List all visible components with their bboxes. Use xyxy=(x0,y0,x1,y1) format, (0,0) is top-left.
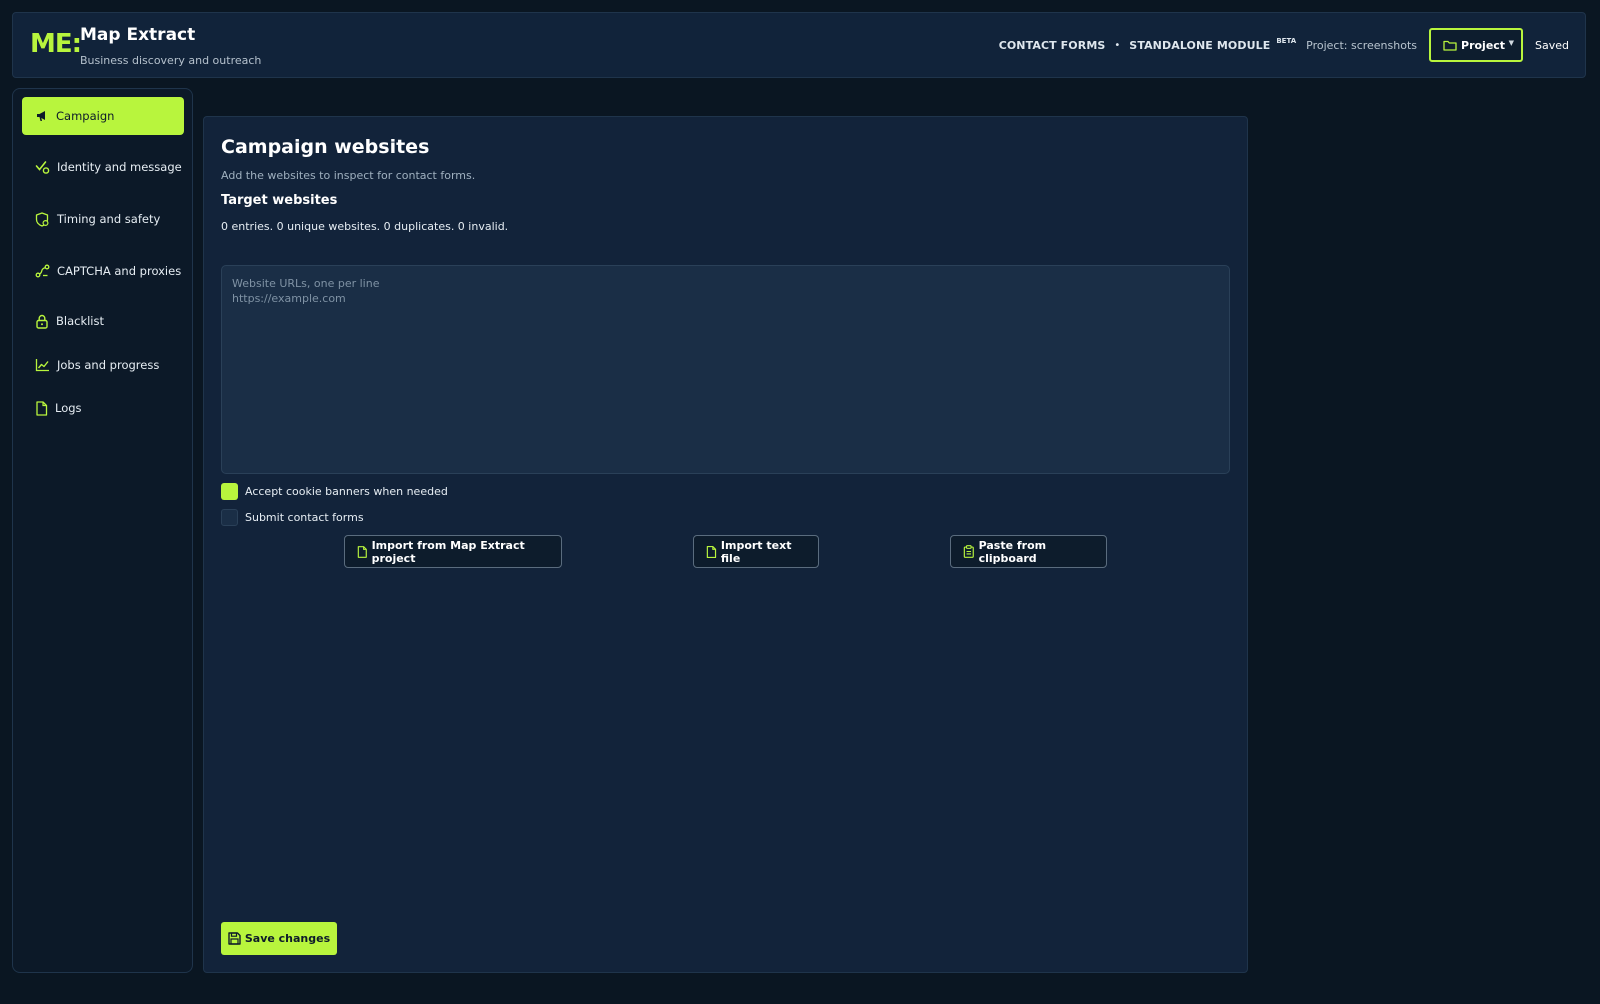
save-status: Saved xyxy=(1535,38,1569,52)
section-title: Target websites xyxy=(221,193,338,208)
sidebar-item-label: Logs xyxy=(55,401,82,415)
paste-clipboard-label: Paste from clipboard xyxy=(978,538,1047,565)
save-changes-label: Save changes xyxy=(244,932,331,945)
import-project-label: Import from Map Extract project xyxy=(371,538,525,565)
sidebar-item-label: Jobs and progress xyxy=(57,358,160,372)
app-logo: ME: xyxy=(30,29,82,59)
accept-cookie-option[interactable]: Accept cookie banners when needed xyxy=(221,483,448,500)
lock-icon xyxy=(36,314,48,329)
sidebar-item-label: Campaign xyxy=(56,109,115,123)
shield-clock-icon xyxy=(35,211,49,227)
sidebar-item-blacklist[interactable]: Blacklist xyxy=(22,302,184,340)
sidebar-item-label: Timing and safety xyxy=(57,212,161,226)
file-icon xyxy=(706,545,717,558)
website-stats: 0 entries. 0 unique websites. 0 duplicat… xyxy=(221,220,509,233)
sidebar-item-timing[interactable]: Timing and safety xyxy=(22,200,184,238)
sidebar-item-identity[interactable]: Identity and message xyxy=(22,148,184,186)
project-button-label: Project xyxy=(1461,38,1506,52)
megaphone-icon xyxy=(37,111,45,121)
app-subtitle: Business discovery and outreach xyxy=(80,54,262,67)
file-icon xyxy=(36,400,48,416)
project-button[interactable]: Project ▼ xyxy=(1429,28,1524,62)
chevron-down-icon[interactable]: ▼ xyxy=(1509,39,1514,47)
accept-cookie-checkbox[interactable] xyxy=(221,483,238,500)
app-title: Map Extract xyxy=(80,25,196,45)
header-right: CONTACT FORMS • STANDALONE MODULE BETA P… xyxy=(999,28,1569,62)
check-badge-icon xyxy=(35,161,50,174)
sidebar-item-label: Blacklist xyxy=(56,314,105,328)
header-separator: • xyxy=(1114,39,1121,51)
project-label: Project: screenshots xyxy=(1306,38,1418,52)
campaign-panel: Campaign websites Add the websites to in… xyxy=(203,116,1248,973)
folder-icon xyxy=(1443,40,1457,51)
sidebar-item-label: CAPTCHA and proxies xyxy=(57,264,182,278)
paste-clipboard-button[interactable]: Paste from clipboard xyxy=(950,535,1107,568)
sidebar: Campaign Identity and message Timing and… xyxy=(12,88,193,973)
import-file-button[interactable]: Import text file xyxy=(693,535,819,568)
route-icon xyxy=(35,264,50,278)
import-file-label: Import text file xyxy=(720,538,792,565)
standalone-module-link[interactable]: STANDALONE MODULE xyxy=(1129,39,1270,52)
sidebar-item-campaign[interactable]: Campaign xyxy=(22,97,184,135)
page-description: Add the websites to inspect for contact … xyxy=(221,169,476,182)
sidebar-item-label: Identity and message xyxy=(57,160,182,174)
website-urls-input[interactable] xyxy=(221,265,1230,474)
floppy-disk-icon xyxy=(228,932,241,945)
page-title: Campaign websites xyxy=(221,136,430,158)
import-project-button[interactable]: Import from Map Extract project xyxy=(344,535,562,568)
app-header: ME: Map Extract Business discovery and o… xyxy=(12,12,1586,78)
submit-forms-label: Submit contact forms xyxy=(245,511,364,524)
contact-forms-link[interactable]: CONTACT FORMS xyxy=(999,39,1106,52)
save-changes-button[interactable]: Save changes xyxy=(221,922,337,955)
line-chart-icon xyxy=(35,359,49,372)
submit-forms-checkbox[interactable] xyxy=(221,509,238,526)
sidebar-item-captcha[interactable]: CAPTCHA and proxies xyxy=(22,252,184,290)
submit-forms-option[interactable]: Submit contact forms xyxy=(221,509,364,526)
accept-cookie-label: Accept cookie banners when needed xyxy=(245,485,448,498)
clipboard-icon xyxy=(963,545,974,558)
beta-badge: BETA xyxy=(1276,37,1297,45)
sidebar-item-logs[interactable]: Logs xyxy=(22,389,184,427)
sidebar-item-jobs[interactable]: Jobs and progress xyxy=(22,346,184,384)
file-icon xyxy=(357,545,367,558)
